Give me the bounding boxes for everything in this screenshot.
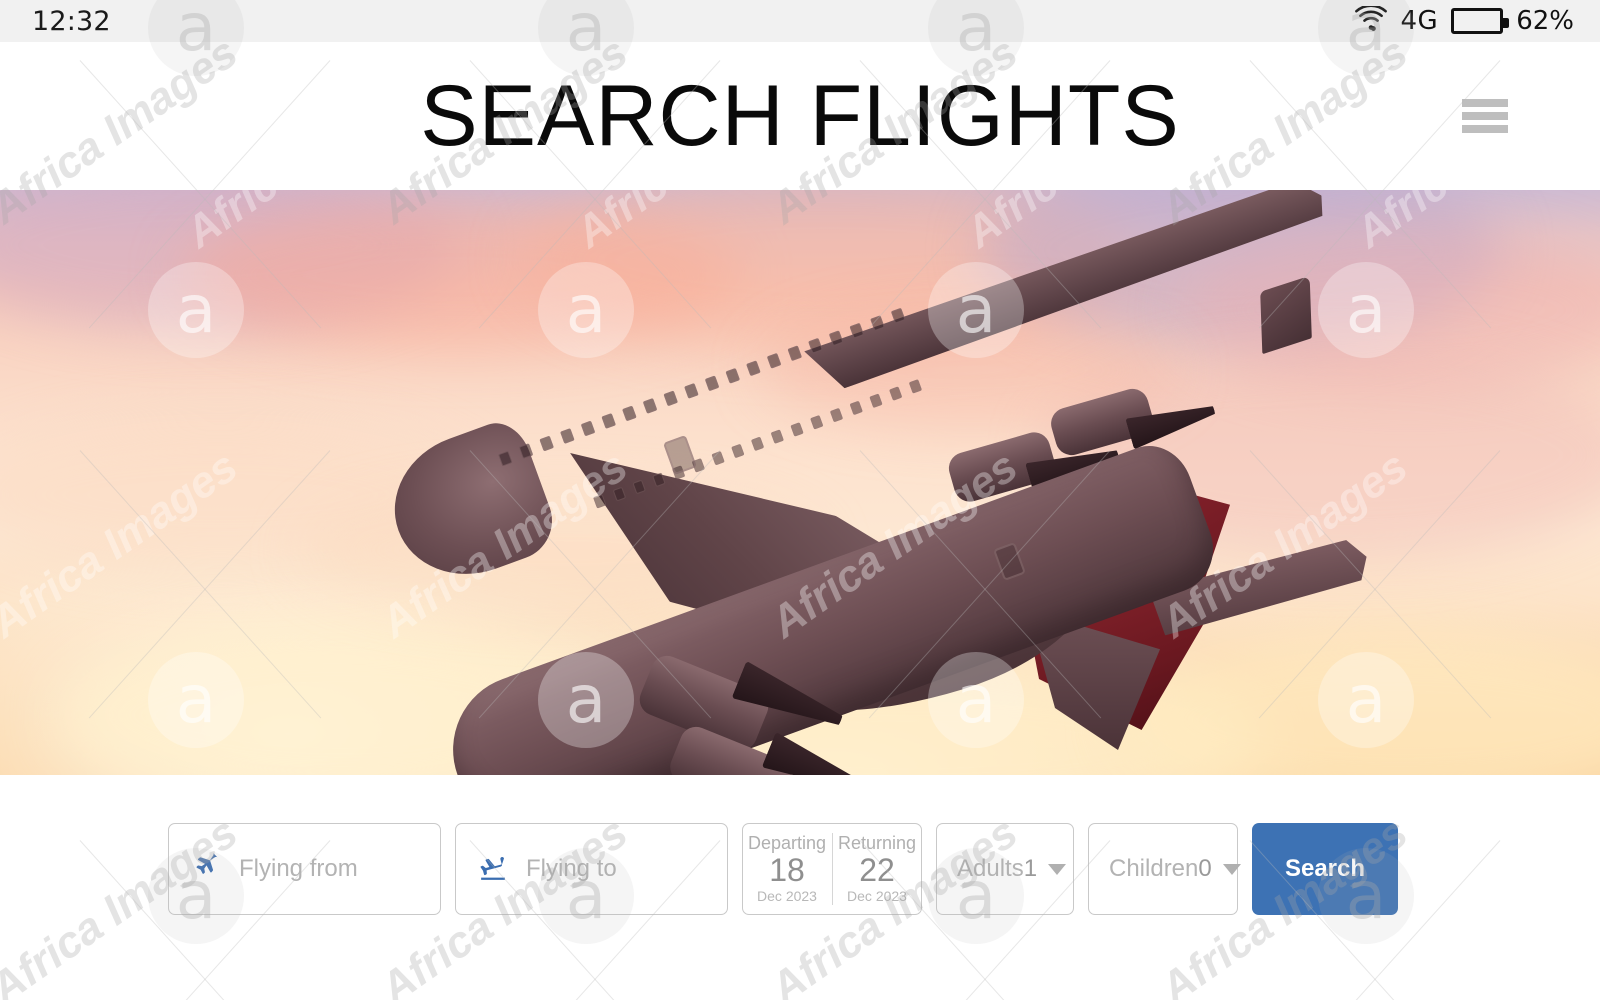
battery-icon: [1451, 8, 1510, 34]
returning-date[interactable]: Returning 22 Dec 2023: [833, 831, 922, 907]
returning-month-year: Dec 2023: [847, 888, 907, 904]
chevron-down-icon[interactable]: [1048, 863, 1067, 875]
flight-search-form: Flying from Flying to Departing 18 Dec 2…: [168, 823, 1398, 915]
watermark-text: Africa Images: [0, 441, 247, 648]
watermark-text: Africa Images: [567, 190, 832, 258]
page-title: SEARCH FLIGHTS: [420, 68, 1180, 164]
hero-image: a a a a a a a a Africa Images Africa Ima…: [0, 190, 1600, 775]
children-selector[interactable]: Children 0: [1088, 823, 1241, 915]
departing-month-year: Dec 2023: [757, 888, 817, 904]
status-bar: 12:32 4G 62%: [0, 0, 1600, 42]
search-button[interactable]: Search: [1252, 823, 1398, 915]
network-type-label: 4G: [1400, 6, 1439, 36]
watermark-logo: a: [148, 262, 244, 358]
status-bar-indicators: 4G 62%: [1354, 3, 1574, 37]
departing-date[interactable]: Departing 18 Dec 2023: [743, 831, 832, 907]
watermark-text: Africa Images: [177, 190, 442, 258]
flying-from-field[interactable]: Flying from: [168, 823, 441, 915]
airplane-illustration: [374, 280, 1320, 775]
children-value: 0: [1198, 855, 1212, 882]
departing-day: 18: [769, 852, 805, 889]
flying-to-field[interactable]: Flying to: [455, 823, 728, 915]
children-label: Children: [1109, 855, 1199, 882]
plane-arrival-icon: [478, 852, 508, 887]
adults-value: 1: [1023, 855, 1038, 882]
search-form-area: Flying from Flying to Departing 18 Dec 2…: [0, 775, 1600, 1000]
date-range-field[interactable]: Departing 18 Dec 2023 Returning 22 Dec 2…: [742, 823, 922, 915]
adults-selector[interactable]: Adults 1: [936, 823, 1074, 915]
adults-label: Adults: [957, 855, 1024, 882]
flying-to-placeholder: Flying to: [526, 855, 617, 882]
watermark-logo: a: [1318, 652, 1414, 748]
hamburger-menu-icon[interactable]: [1462, 99, 1508, 133]
wifi-icon: [1354, 3, 1388, 37]
app-screen: 12:32 4G 62% SEARCH FLIGHTS a a a a a a …: [0, 0, 1600, 1000]
app-header: SEARCH FLIGHTS: [0, 42, 1600, 190]
watermark-logo: a: [1318, 262, 1414, 358]
watermark-logo: a: [148, 652, 244, 748]
battery-percent-label: 62%: [1516, 6, 1574, 36]
plane-departure-icon: [191, 852, 221, 887]
flying-from-placeholder: Flying from: [239, 855, 358, 882]
chevron-down-icon[interactable]: [1222, 863, 1241, 875]
watermark-text: Africa Images: [1347, 190, 1600, 258]
status-bar-clock: 12:32: [32, 5, 111, 37]
departing-label: Departing: [747, 832, 827, 853]
returning-day: 22: [859, 852, 895, 889]
returning-label: Returning: [837, 832, 917, 853]
